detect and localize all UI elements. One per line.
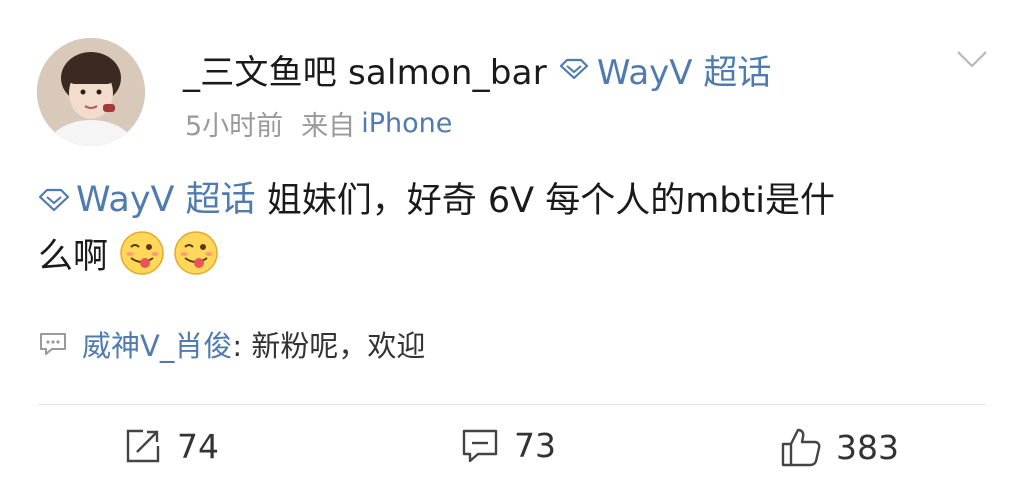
- comment-button[interactable]: 73: [460, 426, 556, 465]
- source-prefix: 来自: [301, 111, 356, 142]
- comment-count: 73: [514, 426, 556, 465]
- like-count: 383: [836, 427, 899, 467]
- diamond-icon: [38, 188, 70, 212]
- body-text-line1: 姐妹们，好奇 6V 每个人的mbti是什: [255, 181, 835, 221]
- topic-tag[interactable]: WayV 超话: [559, 45, 771, 94]
- chevron-down-icon[interactable]: [952, 44, 992, 74]
- comment-text: : 新粉呢，欢迎: [232, 329, 426, 363]
- yummy-face-icon: [120, 231, 164, 275]
- avatar[interactable]: [37, 38, 145, 146]
- yummy-face-icon: [174, 231, 218, 275]
- action-bar: 74 73 383: [0, 426, 1024, 476]
- repost-button[interactable]: 74: [123, 426, 219, 466]
- comment-user[interactable]: 威神V_肖俊: [82, 323, 232, 365]
- post-meta: 5小时前 来自 iPhone: [185, 104, 452, 143]
- comment-icon: [462, 429, 498, 462]
- post-header: _三文鱼吧 salmon_bar WayV 超话: [183, 44, 771, 94]
- post-time: 5小时前: [185, 111, 284, 142]
- thumbs-up-icon: [781, 428, 821, 467]
- post-source[interactable]: iPhone: [361, 108, 452, 139]
- comment-icon: [40, 333, 66, 355]
- repost-count: 74: [177, 426, 219, 466]
- repost-icon: [126, 429, 160, 463]
- body-topic-tag-label: WayV 超话: [76, 180, 256, 220]
- username[interactable]: _三文鱼吧 salmon_bar: [183, 45, 547, 94]
- diamond-icon: [559, 58, 588, 80]
- comment-preview[interactable]: 威神V_肖俊 : 新粉呢，欢迎: [38, 323, 425, 365]
- like-button[interactable]: 383: [780, 426, 899, 468]
- divider: [38, 404, 986, 405]
- topic-tag-label: WayV 超话: [596, 52, 772, 93]
- body-topic-tag[interactable]: WayV 超话: [38, 172, 256, 228]
- post-body: WayV 超话 姐妹们，好奇 6V 每个人的mbti是什 么啊: [38, 172, 986, 285]
- body-text-line2: 么啊: [38, 237, 109, 277]
